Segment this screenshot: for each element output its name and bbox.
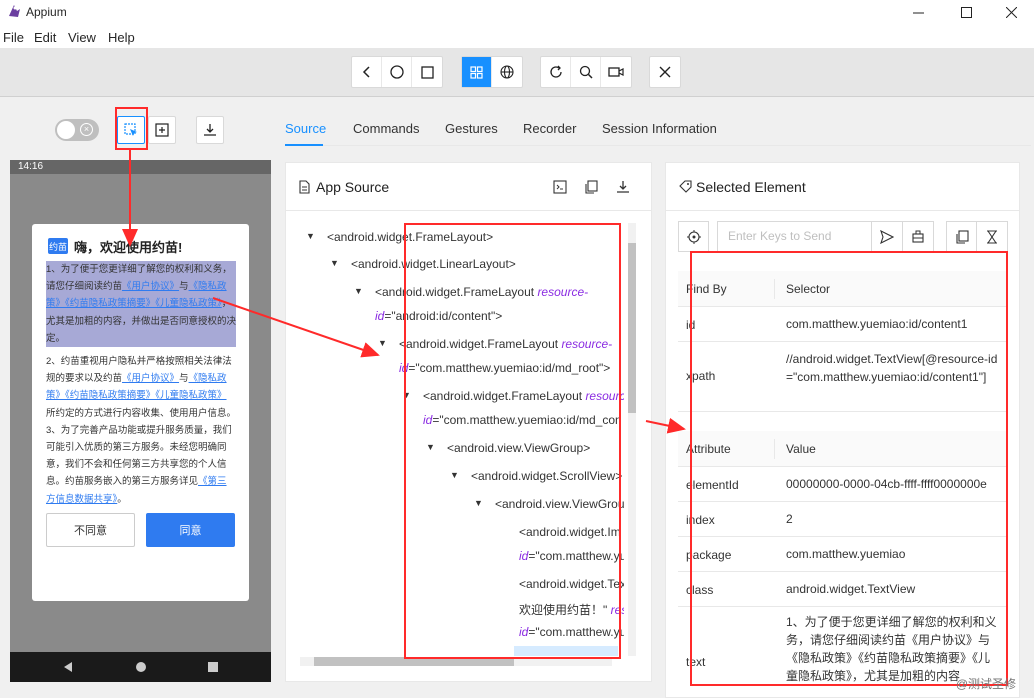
minimize-icon	[912, 12, 924, 13]
title-bar: Appium	[0, 0, 1034, 24]
arrow-to-source	[212, 297, 380, 358]
quit-group	[649, 56, 681, 88]
search-button[interactable]	[571, 57, 601, 87]
menu-edit[interactable]: Edit	[34, 30, 56, 45]
context-group	[461, 56, 523, 88]
appium-logo-icon	[9, 5, 20, 17]
record-button[interactable]	[601, 57, 631, 87]
menu-bar: File Edit View Help	[0, 28, 1034, 48]
maximize-button[interactable]	[943, 0, 989, 24]
inspector-content: × 14:16 约苗 嗨，欢迎使用约苗! 1、为了便于您更详细了解您的权利和义务…	[0, 97, 1034, 698]
arrow-to-selected	[645, 417, 686, 434]
menu-view[interactable]: View	[68, 30, 96, 45]
refresh-icon	[549, 65, 562, 78]
app-switch-button[interactable]	[412, 57, 442, 87]
search-icon	[579, 65, 593, 79]
annotation-arrows	[122, 150, 686, 434]
home-button[interactable]	[382, 57, 412, 87]
square-icon	[420, 65, 434, 79]
close-icon	[1005, 6, 1017, 18]
menu-help[interactable]: Help	[108, 30, 135, 45]
globe-icon	[500, 65, 514, 79]
back-icon	[362, 66, 370, 78]
quit-session-button[interactable]	[650, 57, 680, 87]
top-toolbar	[0, 48, 1034, 97]
actions-group	[540, 56, 632, 88]
watermark: @测试圣修	[955, 677, 1016, 691]
back-button[interactable]	[352, 57, 382, 87]
native-app-mode-button[interactable]	[462, 57, 492, 87]
window-title: Appium	[26, 5, 67, 19]
device-nav-group	[351, 56, 443, 88]
close-window-button[interactable]	[988, 0, 1034, 24]
video-camera-icon	[608, 67, 624, 77]
home-circle-icon	[389, 65, 404, 79]
maximize-icon	[960, 6, 972, 18]
minimize-button[interactable]	[895, 0, 941, 24]
close-icon	[659, 66, 671, 78]
refresh-button[interactable]	[541, 57, 571, 87]
web-mode-button[interactable]	[492, 57, 522, 87]
menu-file[interactable]: File	[3, 30, 24, 45]
grid-icon	[470, 65, 483, 79]
